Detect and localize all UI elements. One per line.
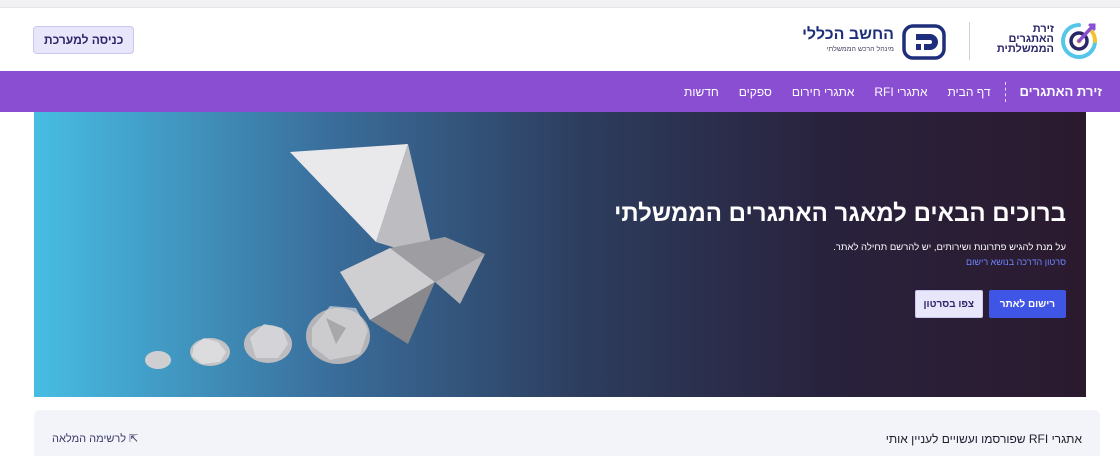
- zirat-logo-line-3: הממשלתית: [996, 43, 1054, 55]
- target-emblem-icon: [1061, 23, 1097, 59]
- nav-brand[interactable]: זירת האתגרים: [1006, 84, 1102, 99]
- accountant-general-logo[interactable]: החשב הכללי מינהל הרכש הממשלתי: [796, 24, 946, 60]
- nav-item-suppliers[interactable]: ספקים: [739, 85, 772, 99]
- nav-separator: [1004, 81, 1006, 102]
- crumpled-paper-balls: [145, 306, 370, 369]
- logo-divider: [969, 22, 970, 60]
- nav-item-home[interactable]: דף הבית: [947, 85, 990, 99]
- main-nav: זירת האתגרים דף הבית אתגרי RFI אתגרי חיר…: [0, 71, 1120, 112]
- hero-banner: ברוכים הבאים למאגר האתגרים הממשלתי על מנ…: [34, 112, 1086, 397]
- hero-description: על מנת להגיש פתרונות ושירותים, יש להרשם …: [833, 242, 1066, 253]
- accountant-general-name: החשב הכללי: [802, 26, 894, 43]
- site-header: כניסה למערכת החשב הכללי מינהל הרכש הממשל…: [0, 8, 1120, 71]
- registration-guide-link[interactable]: סרטון הדרכה בנושא רישום: [966, 257, 1066, 267]
- login-button[interactable]: כניסה למערכת: [33, 26, 135, 54]
- accountant-general-subtitle: מינהל הרכש הממשלתי: [826, 46, 894, 53]
- rfi-panel-title: אתגרי RFI שפורסמו ועשויים לעניין אותי: [885, 432, 1082, 446]
- zirat-logo-text: זירת האתגרים הממשלתית: [996, 24, 1054, 55]
- hero-title: ברוכים הבאים למאגר האתגרים הממשלתי: [614, 200, 1066, 227]
- watch-video-button[interactable]: צפו בסרטון: [914, 290, 983, 318]
- top-rule: [0, 0, 1120, 8]
- nav-item-news[interactable]: חדשות: [684, 85, 719, 99]
- rfi-challenges-panel: אתגרי RFI שפורסמו ועשויים לעניין אותי ⇱ …: [34, 410, 1100, 456]
- zirat-logo[interactable]: זירת האתגרים הממשלתית: [988, 22, 1098, 62]
- nav-item-rfi[interactable]: אתגרי RFI: [874, 85, 927, 99]
- register-button[interactable]: רישום לאתר: [988, 290, 1066, 318]
- origami-bird-illustration: [145, 144, 485, 369]
- accountant-general-emblem-icon: [902, 24, 946, 60]
- nav-item-emergency[interactable]: אתגרי חירום: [792, 85, 854, 99]
- full-list-link[interactable]: ⇱ לרשימה המלאה: [52, 432, 138, 445]
